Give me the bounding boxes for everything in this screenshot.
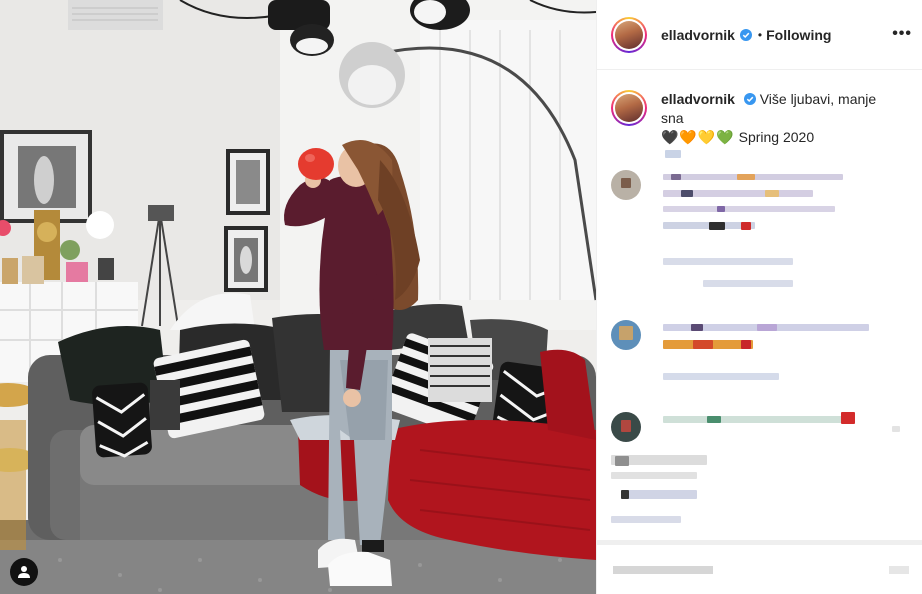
- post-header: elladvornik • Following •••: [597, 0, 922, 70]
- post-image: [0, 0, 596, 594]
- pixelated-comments: [597, 70, 922, 540]
- post-photo[interactable]: [0, 0, 596, 594]
- author-username[interactable]: elladvornik: [661, 27, 735, 43]
- action-row-pixelated: [613, 566, 713, 574]
- user-tag-glyph: [18, 566, 30, 578]
- more-options-icon[interactable]: •••: [892, 25, 912, 43]
- author-avatar[interactable]: [611, 16, 647, 53]
- comments-section: elladvornik Više ljubavi, manje sna 🖤🧡💛💚…: [597, 70, 922, 540]
- action-icon-pixelated[interactable]: [889, 566, 909, 574]
- header-separator: •: [757, 27, 763, 42]
- post-details-panel: elladvornik • Following ••• elladvornik …: [596, 0, 922, 594]
- user-tag-icon[interactable]: [10, 558, 38, 586]
- panel-divider: [597, 540, 922, 545]
- following-button[interactable]: Following: [766, 27, 831, 43]
- verified-badge-icon: [739, 28, 752, 41]
